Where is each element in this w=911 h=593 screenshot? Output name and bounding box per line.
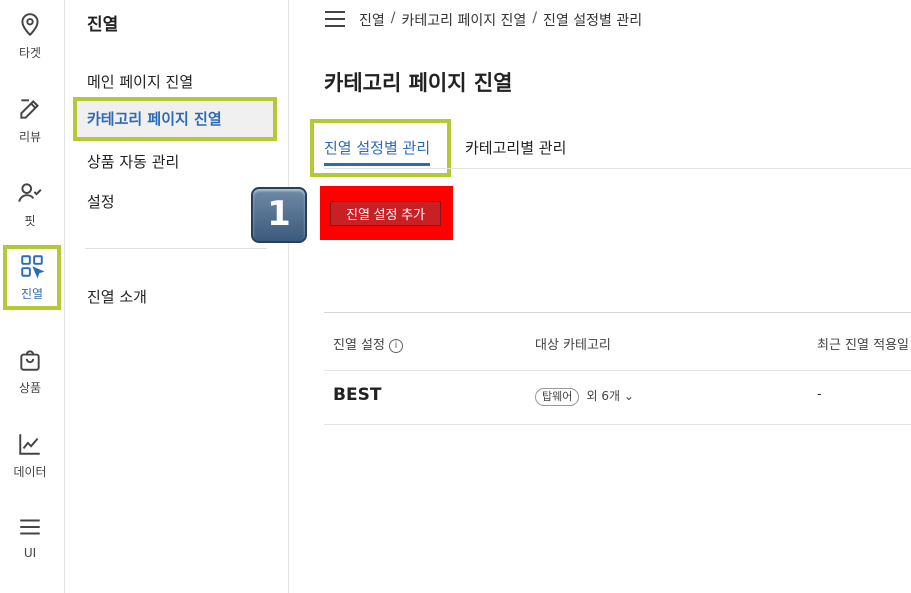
sidebar-item-category-page[interactable]: 카테고리 페이지 진열 <box>73 97 277 141</box>
add-display-setting-button[interactable]: 진열 설정 추가 <box>330 201 441 226</box>
rail-item-review[interactable]: 리뷰 <box>0 96 60 145</box>
column-header-setting: 진열 설정 i <box>333 334 403 353</box>
rail-label: 타겟 <box>18 46 42 60</box>
category-more[interactable]: 외 6개 ⌄ <box>587 389 634 403</box>
location-pin-icon <box>21 13 39 37</box>
breadcrumb-separator: / <box>532 10 538 26</box>
sidebar-divider <box>85 248 267 249</box>
rail-item-product[interactable]: 상품 <box>0 347 60 396</box>
tab-by-category[interactable]: 카테고리별 관리 <box>465 137 566 158</box>
sidebar-title: 진열 <box>87 15 119 35</box>
chart-line-icon <box>19 434 40 455</box>
edit-icon <box>20 99 39 119</box>
rail-label: 리뷰 <box>18 130 42 144</box>
icon-rail: 타겟 리뷰 핏 진열 상품 데이터 UI <box>0 0 65 593</box>
breadcrumb-item[interactable]: 진열 <box>359 10 385 30</box>
rail-item-fit[interactable]: 핏 <box>0 180 60 229</box>
rail-label: UI <box>23 546 37 560</box>
breadcrumb: 진열 / 카테고리 페이지 진열 / 진열 설정별 관리 <box>359 10 642 30</box>
rail-label: 상품 <box>18 381 42 395</box>
display-settings-table: 진열 설정 i 대상 카테고리 최근 진열 적용일 BEST 탑웨어 외 6개 ⌄… <box>324 312 911 425</box>
rail-label: 핏 <box>24 214 36 228</box>
hamburger-menu-icon[interactable] <box>325 11 345 27</box>
column-header-category: 대상 카테고리 <box>535 338 611 353</box>
breadcrumb-item[interactable]: 카테고리 페이지 진열 <box>401 10 526 30</box>
user-check-icon <box>18 183 42 202</box>
rail-label: 데이터 <box>13 465 47 479</box>
rail-label: 진열 <box>20 287 44 301</box>
add-button-highlight: 진열 설정 추가 <box>320 186 453 240</box>
rail-item-target[interactable]: 타겟 <box>0 12 60 61</box>
sidebar-item-intro[interactable]: 진열 소개 <box>87 286 147 307</box>
tabs-divider <box>324 168 911 169</box>
chevron-down-icon: ⌄ <box>623 389 634 403</box>
tab-active-underline <box>324 163 430 166</box>
table-row[interactable]: BEST 탑웨어 외 6개 ⌄ - <box>324 371 911 425</box>
main-content: 진열 / 카테고리 페이지 진열 / 진열 설정별 관리 카테고리 페이지 진열… <box>251 0 911 593</box>
rail-item-ui[interactable]: UI <box>0 514 60 560</box>
breadcrumb-item-current: 진열 설정별 관리 <box>543 13 643 29</box>
category-cell: 탑웨어 외 6개 ⌄ <box>535 387 634 406</box>
breadcrumb-separator: / <box>390 10 396 26</box>
info-icon[interactable]: i <box>388 338 403 353</box>
tab-by-setting[interactable]: 진열 설정별 관리 <box>324 137 430 158</box>
grid-cursor-icon <box>21 255 45 279</box>
step-number-badge: 1 <box>251 187 307 243</box>
page-title: 카테고리 페이지 진열 <box>324 71 513 95</box>
sidebar-item-settings[interactable]: 설정 <box>87 191 115 212</box>
shopping-bag-icon <box>20 350 40 371</box>
rail-item-display[interactable]: 진열 <box>3 245 61 310</box>
rail-item-data[interactable]: 데이터 <box>0 431 60 480</box>
column-header-last-applied: 최근 진열 적용일 <box>817 338 909 353</box>
setting-name[interactable]: BEST <box>333 385 381 405</box>
sub-sidebar: 진열 메인 페이지 진열 카테고리 페이지 진열 상품 자동 관리 설정 진열 … <box>65 0 289 593</box>
sidebar-item-auto-product[interactable]: 상품 자동 관리 <box>87 151 179 172</box>
sidebar-item-main-page[interactable]: 메인 페이지 진열 <box>87 71 193 92</box>
last-applied-cell: - <box>817 387 822 402</box>
menu-icon <box>20 519 40 535</box>
table-header-row: 진열 설정 i 대상 카테고리 최근 진열 적용일 <box>324 313 911 371</box>
category-chip: 탑웨어 <box>535 388 580 406</box>
